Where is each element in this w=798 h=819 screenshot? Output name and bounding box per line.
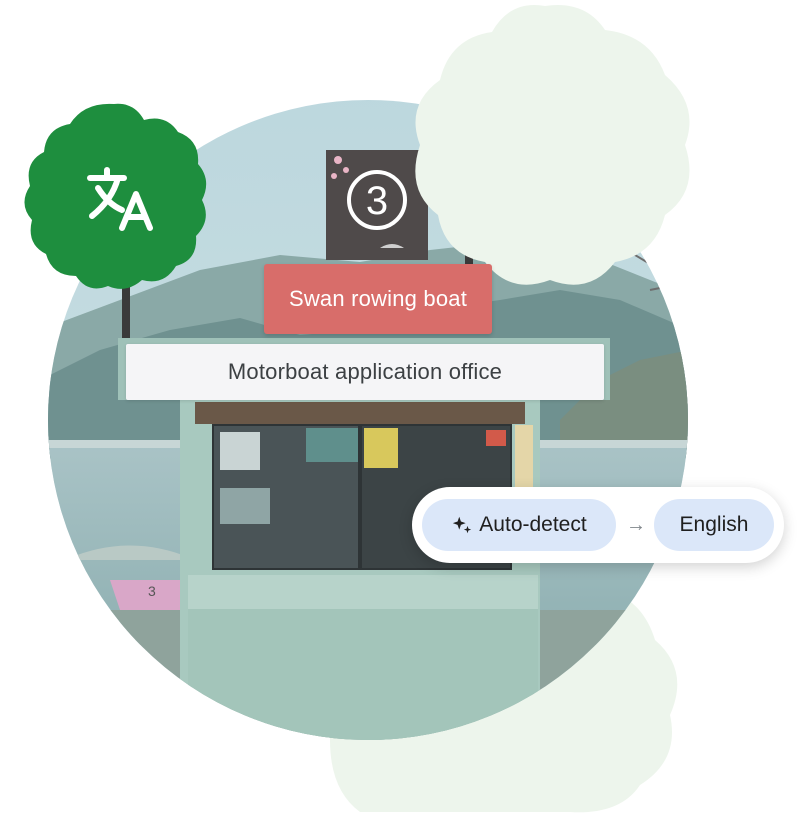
arrow-right-icon: → bbox=[626, 513, 646, 536]
translation-text-lower: Motorboat application office bbox=[227, 359, 503, 384]
source-language-button[interactable]: Auto-detect bbox=[422, 499, 616, 551]
source-language-label: Auto-detect bbox=[479, 513, 587, 536]
translate-icon bbox=[24, 103, 207, 289]
boat-number: 3 bbox=[148, 583, 156, 599]
sign-number: 3 bbox=[366, 179, 388, 223]
target-language-label: English bbox=[679, 513, 749, 536]
sparkle-icon bbox=[453, 516, 472, 534]
translate-badge bbox=[18, 100, 210, 292]
translate-illustration: 3 3 Swan rowing boat Motorboat applicati… bbox=[0, 0, 798, 819]
language-selector: Auto-detect → English bbox=[412, 487, 784, 563]
translation-overlay-upper: Swan rowing boat bbox=[264, 264, 492, 334]
target-language-button[interactable]: English bbox=[654, 499, 774, 551]
translation-overlay-lower: Motorboat application office bbox=[126, 344, 604, 400]
decor-shape-top bbox=[415, 5, 690, 285]
translation-text-upper: Swan rowing boat bbox=[288, 286, 468, 311]
